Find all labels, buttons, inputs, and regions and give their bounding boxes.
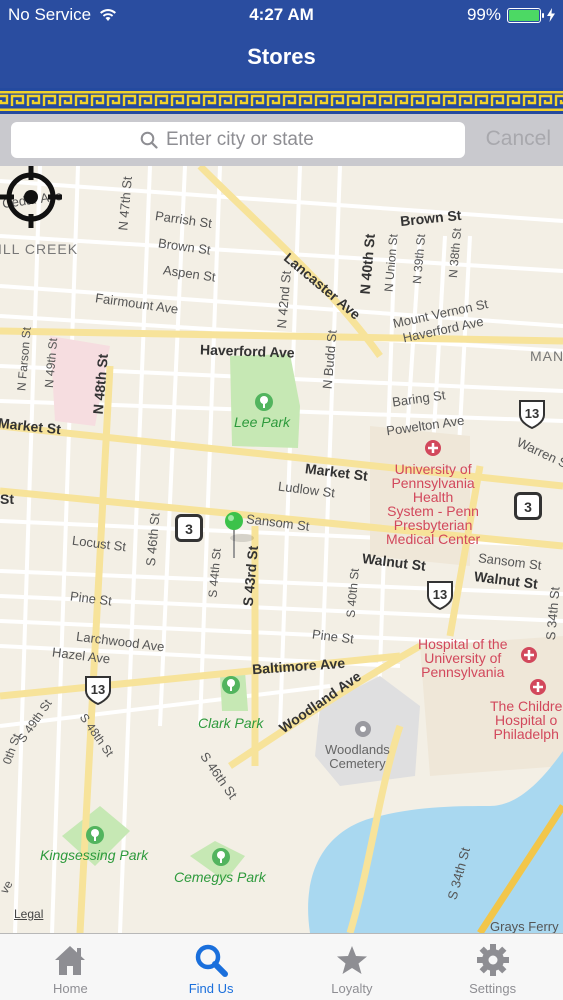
- battery-percent: 99%: [466, 5, 501, 24]
- hospital-label: Hospital of the University of Pennsylvan…: [418, 636, 508, 680]
- tab-label: Settings: [469, 981, 517, 996]
- search-icon: [140, 131, 158, 149]
- page-title: Stores: [247, 44, 316, 69]
- tab-label: Find Us: [188, 981, 234, 996]
- navigation-bar: Stores: [0, 30, 563, 88]
- park-label: Cemegys Park: [174, 869, 266, 885]
- tab-label: Loyalty: [331, 981, 373, 996]
- star-icon: [336, 946, 367, 974]
- locate-me-icon[interactable]: [0, 166, 62, 228]
- search-icon: [195, 944, 229, 977]
- route-shield-icon: 13: [85, 676, 111, 705]
- store-map[interactable]: ILL CREEK MAN Cedar Ave N 47th St Parris…: [0, 166, 563, 933]
- area-label: ILL CREEK: [0, 241, 79, 257]
- route-shield-icon: 13: [427, 581, 453, 610]
- park-label: Clark Park: [198, 715, 264, 731]
- battery-icon: [507, 7, 544, 23]
- search-bar: Cancel: [0, 114, 563, 166]
- area-label: MAN: [530, 348, 563, 364]
- cemetery-label: Woodlands Cemetery: [325, 742, 390, 771]
- hospital-label: University of Pennsylvania Health System…: [386, 461, 481, 547]
- street-label: Grays Ferry: [490, 919, 559, 933]
- route-number: 3: [524, 499, 532, 515]
- street-label: St: [0, 491, 14, 507]
- tab-bar: Home Find Us Loyalty Settings: [0, 933, 563, 1000]
- route-number: 13: [433, 587, 447, 602]
- cancel-button[interactable]: Cancel: [486, 127, 551, 151]
- store-pin[interactable]: [222, 509, 246, 533]
- home-icon: [55, 946, 86, 975]
- tab-find-us[interactable]: Find Us: [141, 934, 282, 1000]
- route-number: 3: [185, 521, 193, 537]
- tab-label: Home: [53, 981, 88, 996]
- greek-key-border: [0, 88, 563, 114]
- hospital-label: The Childre Hospital o Philadelph: [490, 698, 563, 742]
- search-field[interactable]: [11, 122, 465, 158]
- street-label: Haverford Ave: [199, 341, 295, 361]
- screen: No Service 4:27 AM 99% Stores Enter city…: [0, 0, 563, 1000]
- park-label: Lee Park: [234, 414, 291, 430]
- search-input[interactable]: [166, 129, 336, 151]
- route-shield-icon: 3: [514, 492, 542, 520]
- tab-settings[interactable]: Settings: [422, 934, 563, 1000]
- status-bar: No Service 4:27 AM 99%: [0, 0, 563, 30]
- tab-loyalty[interactable]: Loyalty: [282, 934, 423, 1000]
- charging-icon: [547, 8, 555, 22]
- park-label: Kingsessing Park: [40, 847, 149, 863]
- legal-link[interactable]: Legal: [14, 907, 43, 921]
- tab-home[interactable]: Home: [0, 934, 141, 1000]
- gear-icon: [476, 944, 509, 976]
- route-number: 13: [91, 682, 105, 697]
- route-number: 13: [525, 406, 539, 421]
- route-shield-icon: 3: [175, 514, 203, 542]
- route-shield-icon: 13: [519, 400, 545, 429]
